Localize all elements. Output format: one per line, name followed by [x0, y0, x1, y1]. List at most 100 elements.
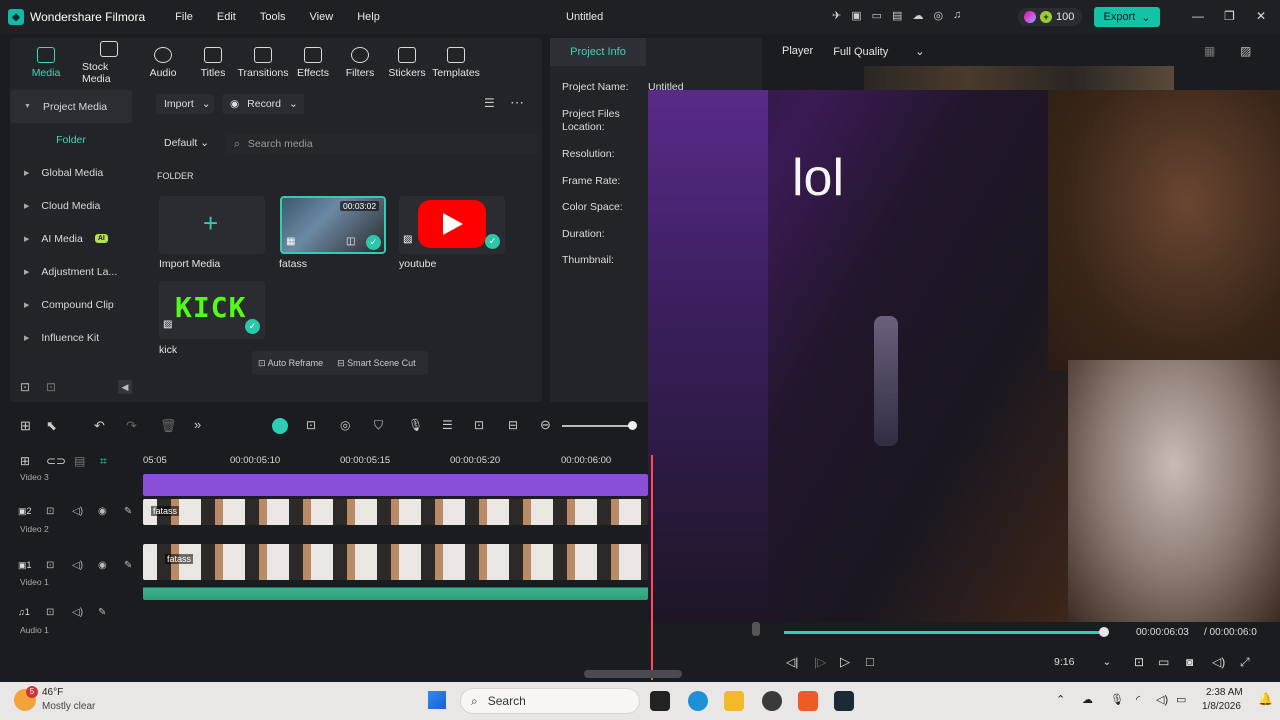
snapshot-image-icon[interactable]: ▨ — [1240, 44, 1251, 58]
speaker-icon[interactable]: ◁) — [72, 607, 83, 618]
task-view-icon[interactable] — [650, 691, 670, 711]
filter-icon[interactable]: ☰ — [484, 96, 495, 110]
tab-project-info[interactable]: Project Info — [550, 38, 646, 66]
link-icon[interactable]: ⊂⊃ — [46, 454, 66, 468]
media-search-input[interactable]: ⌕ Search media — [226, 134, 538, 154]
microphone-icon[interactable]: 🎙 — [1110, 693, 1124, 706]
video-preview[interactable]: lol — [648, 90, 1280, 622]
redo-icon[interactable]: ↷ — [126, 418, 137, 434]
sidebar-item-ai-media[interactable]: ▶ AI Media AI — [10, 222, 132, 255]
stop-icon[interactable]: □ — [866, 654, 874, 669]
layout-grid-icon[interactable]: ⊞ — [20, 418, 31, 434]
display-icon[interactable]: ▭ — [1158, 655, 1169, 669]
timeline-horizontal-scrollbar[interactable] — [584, 670, 682, 678]
screen-icon[interactable]: ▭ — [872, 9, 882, 22]
smart-scene-cut-button[interactable]: ⊟ Smart Scene Cut — [337, 358, 416, 369]
replace-icon[interactable]: ⊡ — [474, 418, 484, 432]
cloud-icon[interactable]: ☁ — [912, 9, 923, 22]
grid-view-icon[interactable]: ▦ — [1204, 44, 1215, 58]
windows-start-icon[interactable] — [428, 691, 446, 709]
video-clip-fatass-2[interactable]: fatass — [143, 499, 648, 525]
onedrive-icon[interactable]: ☁ — [1082, 693, 1093, 706]
maximize-icon[interactable]: ❐ — [1224, 9, 1235, 23]
wifi-icon[interactable]: ◜ — [1136, 693, 1140, 706]
add-track-icon[interactable]: ⊞ — [20, 454, 30, 468]
lock-icon[interactable]: ⊡ — [46, 560, 54, 571]
tab-effects[interactable]: Effects — [290, 38, 336, 88]
volume-icon[interactable]: ◁) — [1156, 693, 1168, 706]
audio-mix-icon[interactable]: ☰ — [442, 418, 453, 432]
import-media-tile[interactable]: + — [159, 196, 265, 254]
playhead[interactable] — [651, 455, 653, 680]
aspect-ratio-dropdown[interactable]: 9:16 ⌄ — [1054, 656, 1111, 668]
minimize-icon[interactable]: — — [1192, 9, 1204, 23]
video-clip-fatass-1[interactable]: fatass — [143, 544, 648, 580]
filmora-taskbar-icon[interactable] — [834, 691, 854, 711]
fit-icon[interactable]: ⊟ — [508, 418, 518, 432]
menu-tools[interactable]: Tools — [260, 11, 286, 23]
title-clip[interactable] — [143, 474, 648, 496]
bell-icon[interactable]: ♫ — [953, 9, 961, 22]
clock-date[interactable]: 1/8/2026 — [1202, 701, 1241, 712]
menu-view[interactable]: View — [310, 11, 334, 23]
timeline-vertical-scrollbar[interactable] — [752, 622, 760, 636]
quality-dropdown[interactable]: Full Quality ⌄ — [833, 45, 924, 58]
chrome-icon[interactable] — [762, 691, 782, 711]
mute-track-icon[interactable]: ✎ — [98, 607, 106, 618]
eye-icon[interactable]: ◉ — [98, 560, 107, 571]
zoom-slider[interactable] — [562, 425, 632, 427]
sidebar-item-compound-clip[interactable]: ▶ Compound Clip — [10, 288, 132, 321]
volume-icon[interactable]: ◁) — [1212, 655, 1225, 669]
speed-icon[interactable]: ◎ — [340, 418, 350, 432]
tab-stock-media[interactable]: Stock Media — [82, 38, 136, 88]
more-tools-icon[interactable]: » — [194, 417, 201, 432]
menu-edit[interactable]: Edit — [217, 11, 236, 23]
brave-icon[interactable] — [798, 691, 818, 711]
edge-icon[interactable] — [688, 691, 708, 711]
seek-bar[interactable] — [784, 631, 1104, 634]
file-explorer-icon[interactable] — [724, 691, 744, 711]
ai-mate-icon[interactable] — [272, 418, 288, 434]
tab-filters[interactable]: Filters — [336, 38, 384, 88]
clock-time[interactable]: 2:38 AM — [1206, 687, 1243, 698]
tab-media[interactable]: Media — [10, 38, 82, 88]
new-folder-icon[interactable]: ⊡ — [20, 380, 30, 394]
shield-icon[interactable]: ⛉ — [374, 418, 383, 433]
sort-dropdown[interactable]: Default ⌄ — [164, 137, 209, 149]
more-icon[interactable]: ⋯ — [510, 94, 524, 111]
next-frame-icon[interactable]: |▷ — [814, 655, 826, 669]
menu-file[interactable]: File — [175, 11, 193, 23]
menu-help[interactable]: Help — [357, 11, 380, 23]
auto-reframe-button[interactable]: ⊡ Auto Reframe — [258, 358, 323, 369]
ai-video-icon[interactable]: ⊡ — [306, 418, 316, 432]
undo-icon[interactable]: ↶ — [94, 418, 105, 434]
sidebar-item-global-media[interactable]: ▶ Global Media — [10, 156, 132, 189]
import-button[interactable]: Import ⌄ — [156, 94, 214, 114]
select-tool-icon[interactable]: ⬉ — [46, 418, 57, 434]
mute-track-icon[interactable]: ✎ — [124, 506, 132, 517]
notifications-bell-icon[interactable]: 🔔 — [1258, 692, 1273, 706]
speaker-icon[interactable]: ◁) — [72, 506, 83, 517]
sidebar-item-influence-kit[interactable]: ▶ Influence Kit — [10, 321, 132, 354]
tab-transitions[interactable]: Transitions — [236, 38, 290, 88]
credits-badge[interactable]: + 100 — [1018, 8, 1082, 26]
audio-waveform[interactable] — [143, 582, 648, 600]
eye-icon[interactable]: ◉ — [98, 506, 107, 517]
layout-icon[interactable]: ▣ — [851, 9, 861, 22]
media-item-youtube[interactable]: ▨ ✓ — [399, 196, 505, 254]
sidebar-item-folder[interactable]: Folder — [10, 123, 132, 156]
sidebar-item-adjustment-layer[interactable]: ▶ Adjustment La... — [10, 255, 132, 288]
feedback-icon[interactable]: ✈ — [832, 9, 841, 22]
collapse-sidebar-icon[interactable]: ◀ — [118, 380, 132, 394]
sidebar-item-cloud-media[interactable]: ▶ Cloud Media — [10, 189, 132, 222]
mute-track-icon[interactable]: ✎ — [124, 560, 132, 571]
microphone-icon[interactable]: 🎙 — [408, 418, 423, 432]
media-item-fatass[interactable]: 00:03:02 ▦ ◫ ✓ — [280, 196, 386, 254]
lock-icon[interactable]: ⊡ — [46, 607, 54, 618]
zoom-slider-knob[interactable] — [628, 421, 637, 430]
import-folder-icon[interactable]: ⊡ — [46, 380, 56, 394]
save-icon[interactable]: ▤ — [892, 9, 902, 22]
tab-titles[interactable]: Titles — [190, 38, 236, 88]
speaker-icon[interactable]: ◁) — [72, 560, 83, 571]
camera-icon[interactable]: ◙ — [1186, 655, 1193, 669]
